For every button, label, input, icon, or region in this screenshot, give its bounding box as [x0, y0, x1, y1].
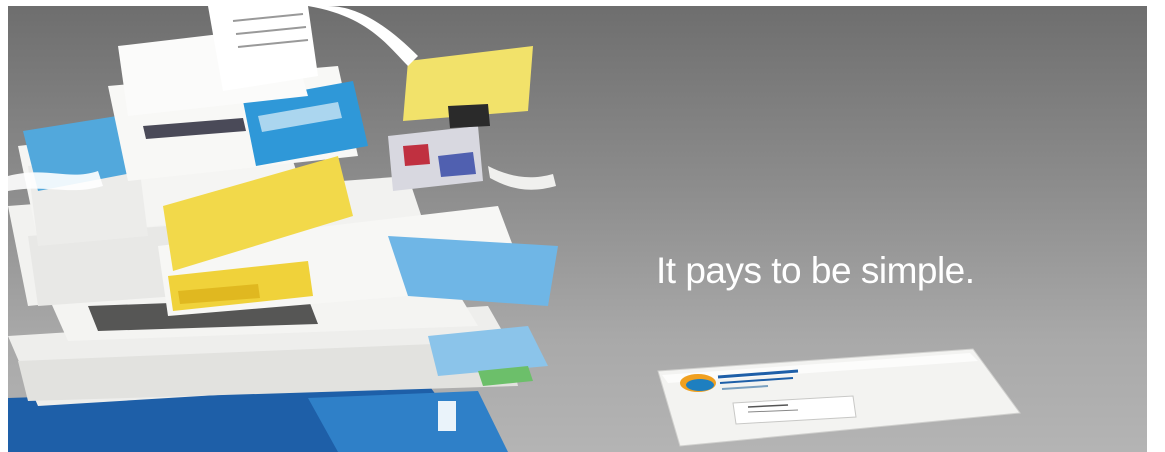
paper-pile-image	[8, 6, 558, 452]
promo-banner: It pays to be simple.	[8, 6, 1147, 452]
receipt-roll	[118, 6, 418, 116]
envelope-image	[657, 348, 1021, 447]
tagline: It pays to be simple.	[656, 250, 975, 291]
